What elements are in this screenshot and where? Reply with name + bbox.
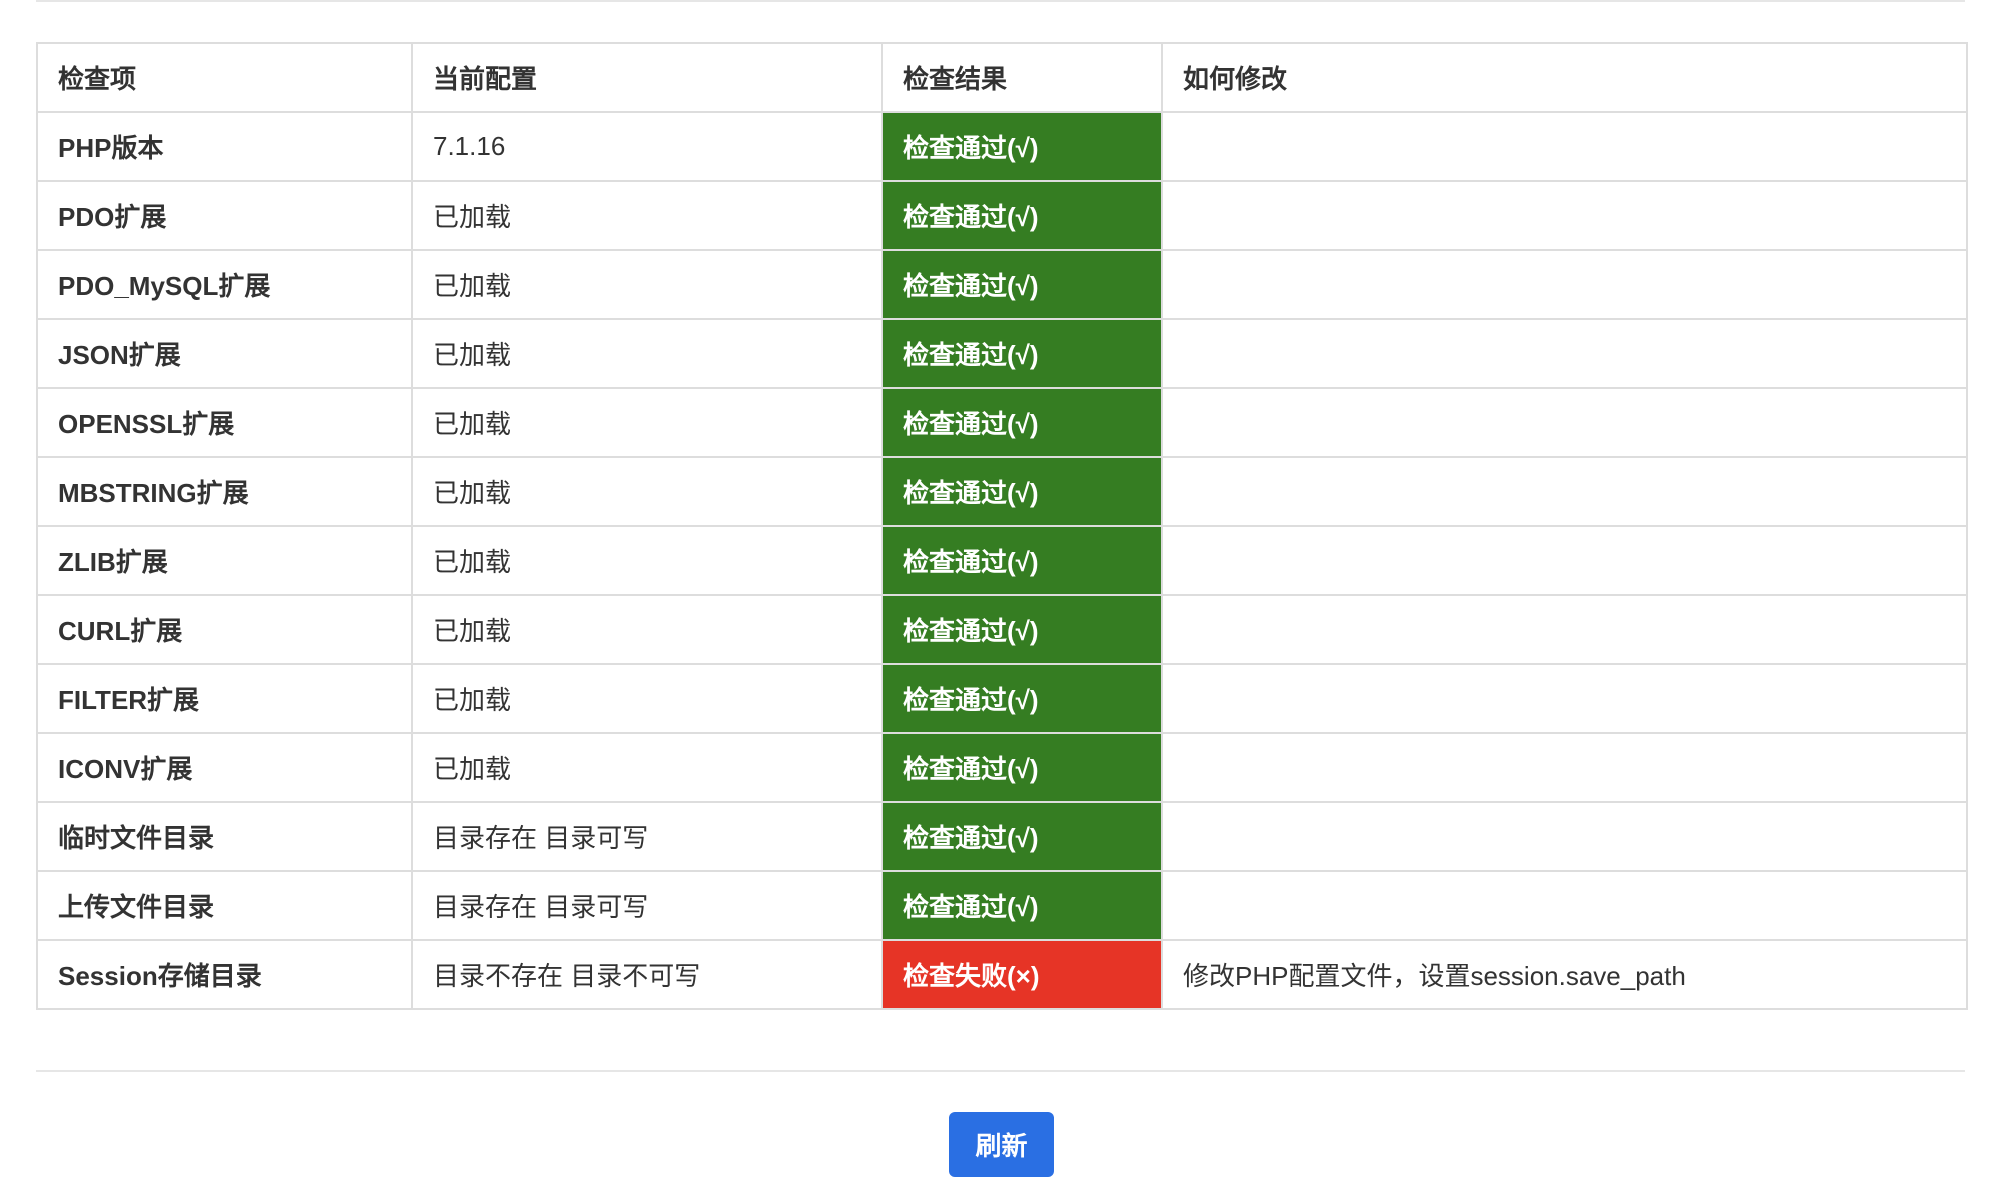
how-to-fix-cell bbox=[1161, 456, 1968, 527]
check-result-cell: 检查通过(√) bbox=[881, 870, 1163, 941]
current-config-cell: 目录不存在 目录不可写 bbox=[411, 939, 883, 1010]
header-check-item: 检查项 bbox=[36, 42, 413, 113]
how-to-fix-cell: 修改PHP配置文件，设置session.save_path bbox=[1161, 939, 1968, 1010]
header-row: 检查项 当前配置 检查结果 如何修改 bbox=[36, 42, 1968, 113]
table-row: FILTER扩展 已加载 检查通过(√) bbox=[36, 663, 1968, 734]
current-config-cell: 已加载 bbox=[411, 249, 883, 320]
how-to-fix-cell bbox=[1161, 801, 1968, 872]
how-to-fix-cell bbox=[1161, 387, 1968, 458]
check-result-cell: 检查通过(√) bbox=[881, 456, 1163, 527]
check-result-cell: 检查通过(√) bbox=[881, 732, 1163, 803]
table-row: OPENSSL扩展 已加载 检查通过(√) bbox=[36, 387, 1968, 458]
check-item-cell: CURL扩展 bbox=[36, 594, 413, 665]
current-config-cell: 已加载 bbox=[411, 732, 883, 803]
check-result-cell: 检查通过(√) bbox=[881, 663, 1163, 734]
check-item-cell: JSON扩展 bbox=[36, 318, 413, 389]
how-to-fix-cell bbox=[1161, 663, 1968, 734]
table-row: 上传文件目录 目录存在 目录可写 检查通过(√) bbox=[36, 870, 1968, 941]
current-config-cell: 已加载 bbox=[411, 594, 883, 665]
current-config-cell: 已加载 bbox=[411, 387, 883, 458]
bottom-divider bbox=[36, 1070, 1965, 1072]
check-item-cell: 临时文件目录 bbox=[36, 801, 413, 872]
check-result-cell: 检查通过(√) bbox=[881, 594, 1163, 665]
check-item-cell: Session存储目录 bbox=[36, 939, 413, 1010]
check-result-cell: 检查通过(√) bbox=[881, 525, 1163, 596]
current-config-cell: 目录存在 目录可写 bbox=[411, 870, 883, 941]
check-result-cell: 检查通过(√) bbox=[881, 111, 1163, 182]
how-to-fix-cell bbox=[1161, 180, 1968, 251]
top-divider bbox=[36, 0, 1965, 2]
current-config-cell: 已加载 bbox=[411, 663, 883, 734]
check-result-cell: 检查通过(√) bbox=[881, 318, 1163, 389]
check-item-cell: PDO_MySQL扩展 bbox=[36, 249, 413, 320]
table-row: ZLIB扩展 已加载 检查通过(√) bbox=[36, 525, 1968, 596]
check-result-cell: 检查通过(√) bbox=[881, 180, 1163, 251]
how-to-fix-cell bbox=[1161, 594, 1968, 665]
how-to-fix-cell bbox=[1161, 318, 1968, 389]
how-to-fix-cell bbox=[1161, 111, 1968, 182]
header-how-to-fix: 如何修改 bbox=[1161, 42, 1968, 113]
current-config-cell: 已加载 bbox=[411, 318, 883, 389]
table-body: PHP版本 7.1.16 检查通过(√) PDO扩展 已加载 检查通过(√) P… bbox=[36, 111, 1968, 1010]
current-config-cell: 已加载 bbox=[411, 456, 883, 527]
check-item-cell: 上传文件目录 bbox=[36, 870, 413, 941]
check-item-cell: ZLIB扩展 bbox=[36, 525, 413, 596]
check-item-cell: FILTER扩展 bbox=[36, 663, 413, 734]
check-result-cell: 检查通过(√) bbox=[881, 249, 1163, 320]
check-item-cell: PHP版本 bbox=[36, 111, 413, 182]
table-row: JSON扩展 已加载 检查通过(√) bbox=[36, 318, 1968, 389]
refresh-button[interactable]: 刷新 bbox=[949, 1112, 1054, 1177]
how-to-fix-cell bbox=[1161, 249, 1968, 320]
table-row: PHP版本 7.1.16 检查通过(√) bbox=[36, 111, 1968, 182]
table-row: PDO扩展 已加载 检查通过(√) bbox=[36, 180, 1968, 251]
table-row: 临时文件目录 目录存在 目录可写 检查通过(√) bbox=[36, 801, 1968, 872]
current-config-cell: 目录存在 目录可写 bbox=[411, 801, 883, 872]
table-header: 检查项 当前配置 检查结果 如何修改 bbox=[36, 42, 1968, 113]
table-row: MBSTRING扩展 已加载 检查通过(√) bbox=[36, 456, 1968, 527]
check-result-cell: 检查通过(√) bbox=[881, 387, 1163, 458]
current-config-cell: 7.1.16 bbox=[411, 111, 883, 182]
table-row: CURL扩展 已加载 检查通过(√) bbox=[36, 594, 1968, 665]
header-current-config: 当前配置 bbox=[411, 42, 883, 113]
how-to-fix-cell bbox=[1161, 525, 1968, 596]
table-row: PDO_MySQL扩展 已加载 检查通过(√) bbox=[36, 249, 1968, 320]
check-item-cell: OPENSSL扩展 bbox=[36, 387, 413, 458]
environment-check-table: 检查项 当前配置 检查结果 如何修改 PHP版本 7.1.16 检查通过(√) … bbox=[36, 42, 1968, 1010]
check-result-cell: 检查失败(×) bbox=[881, 939, 1163, 1010]
check-item-cell: ICONV扩展 bbox=[36, 732, 413, 803]
check-result-cell: 检查通过(√) bbox=[881, 801, 1163, 872]
table-row: ICONV扩展 已加载 检查通过(√) bbox=[36, 732, 1968, 803]
current-config-cell: 已加载 bbox=[411, 525, 883, 596]
header-check-result: 检查结果 bbox=[881, 42, 1163, 113]
how-to-fix-cell bbox=[1161, 732, 1968, 803]
table-row: Session存储目录 目录不存在 目录不可写 检查失败(×) 修改PHP配置文… bbox=[36, 939, 1968, 1010]
current-config-cell: 已加载 bbox=[411, 180, 883, 251]
check-item-cell: PDO扩展 bbox=[36, 180, 413, 251]
how-to-fix-cell bbox=[1161, 870, 1968, 941]
check-item-cell: MBSTRING扩展 bbox=[36, 456, 413, 527]
